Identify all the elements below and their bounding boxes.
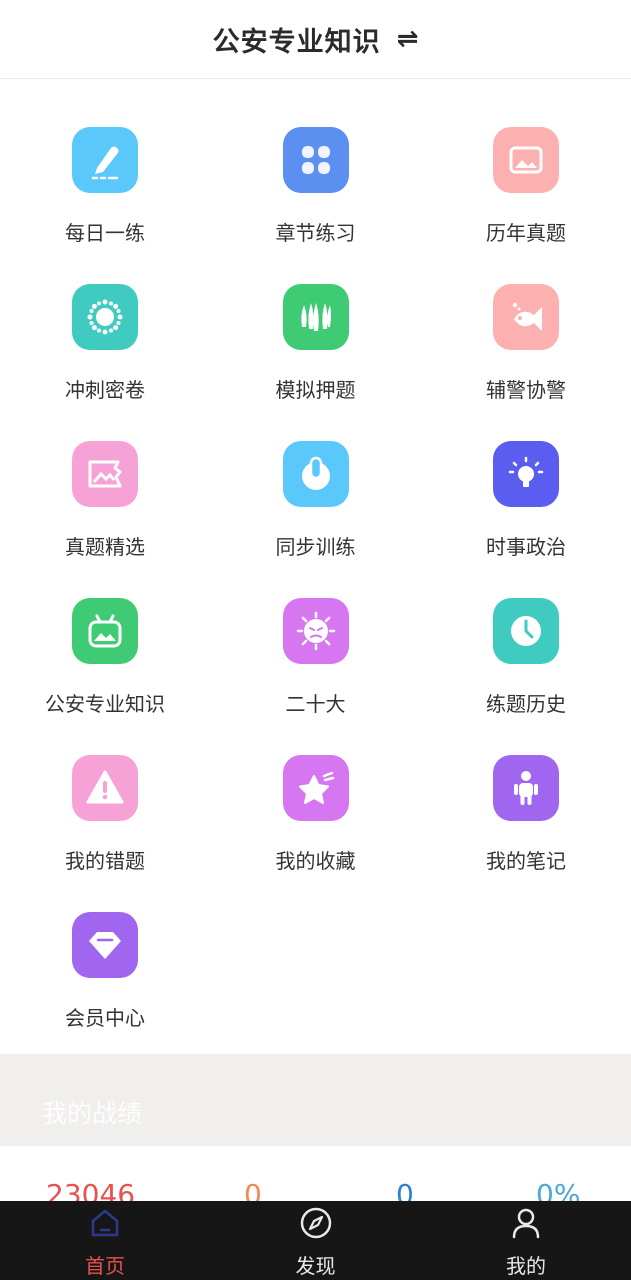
compass-icon (300, 1207, 331, 1239)
menu-item-police-knowledge[interactable]: 公安专业知识 (0, 571, 210, 728)
menu-item-label: 时事政治 (486, 535, 566, 559)
bottom-tab-bar: 首页 发现 我的 (0, 1201, 631, 1280)
forest-icon (282, 284, 349, 350)
virus-icon (282, 598, 349, 664)
diamond-icon (72, 912, 138, 978)
image-icon (493, 127, 559, 193)
tab-discover[interactable]: 发现 (210, 1201, 421, 1280)
tab-mine[interactable]: 我的 (421, 1201, 631, 1280)
stats-values: 23046 0 0 0% (0, 1160, 631, 1205)
menu-item-auxiliary-police[interactable]: 辅警协警 (421, 257, 631, 414)
stats-title: 我的战绩 (42, 1099, 143, 1128)
menu-item-chapter-practice[interactable]: 章节练习 (210, 100, 421, 257)
tab-home[interactable]: 首页 (0, 1201, 210, 1280)
menu-item-label: 冲刺密卷 (65, 378, 145, 402)
menu-item-past-exams[interactable]: 历年真题 (421, 100, 631, 257)
home-icon (91, 1209, 119, 1237)
menu-item-sync-training[interactable]: 同步训练 (210, 414, 421, 571)
stats-section: 我的战绩 (0, 1054, 631, 1146)
picture-icon (72, 441, 138, 507)
tab-label: 首页 (85, 1254, 125, 1278)
menu-item-label: 每日一练 (65, 221, 145, 245)
menu-item-notes[interactable]: 我的笔记 (421, 728, 631, 885)
person-icon (493, 755, 559, 821)
user-icon (512, 1208, 540, 1239)
page-title: 公安专业知识 (212, 26, 381, 58)
menu-item-twentieth-congress[interactable]: 二十大 (210, 571, 421, 728)
menu-item-daily-practice[interactable]: 每日一练 (0, 100, 210, 257)
star-icon (282, 755, 349, 821)
menu-item-label: 我的错题 (65, 849, 145, 873)
power-icon (282, 441, 349, 507)
menu-item-label: 模拟押题 (275, 378, 356, 402)
pencil-icon (72, 127, 138, 193)
menu-item-label: 练题历史 (486, 692, 566, 716)
menu-item-label: 会员中心 (65, 1006, 145, 1030)
menu-item-sprint-papers[interactable]: 冲刺密卷 (0, 257, 210, 414)
menu-item-label: 同步训练 (275, 535, 356, 559)
menu-item-mock-exam[interactable]: 模拟押题 (210, 257, 421, 414)
fish-icon (493, 284, 559, 350)
tab-label: 发现 (295, 1254, 336, 1278)
menu-item-label: 二十大 (285, 692, 346, 716)
tab-label: 我的 (506, 1254, 546, 1278)
menu-item-selected-exams[interactable]: 真题精选 (0, 414, 210, 571)
bulb-icon (493, 441, 559, 507)
warning-icon (72, 755, 138, 821)
menu-item-label: 我的笔记 (486, 849, 566, 873)
grid-icon (282, 127, 349, 193)
menu-item-favorites[interactable]: 我的收藏 (210, 728, 421, 885)
menu-item-label: 我的收藏 (275, 849, 356, 873)
menu-item-label: 辅警协警 (486, 378, 566, 402)
menu-item-membership[interactable]: 会员中心 (0, 885, 210, 1042)
tv-icon (72, 598, 138, 664)
clock-icon (493, 598, 559, 664)
menu-item-label: 公安专业知识 (45, 692, 165, 716)
menu-item-current-affairs[interactable]: 时事政治 (421, 414, 631, 571)
menu-item-label: 章节练习 (275, 221, 356, 245)
sun-icon (72, 284, 138, 350)
switch-icon[interactable]: ⇌ (397, 24, 419, 54)
menu-item-label: 真题精选 (65, 535, 145, 559)
header: 公安专业知识 ⇌ (0, 0, 631, 79)
feature-grid: 每日一练 章节练习 历年真题 冲刺密卷 模拟押题 辅警协警 真题精选 同步训练 … (0, 100, 631, 1042)
menu-item-wrong-answers[interactable]: 我的错题 (0, 728, 210, 885)
menu-item-label: 历年真题 (486, 221, 566, 245)
menu-item-practice-history[interactable]: 练题历史 (421, 571, 631, 728)
